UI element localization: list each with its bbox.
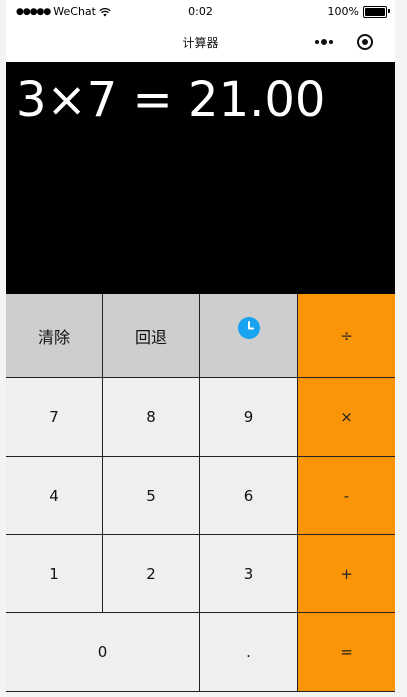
decimal-point-button[interactable]: .	[200, 613, 298, 692]
digit-5-button[interactable]: 5	[103, 457, 200, 535]
digit-2-button[interactable]: 2	[103, 535, 200, 613]
digit-1-button[interactable]: 1	[6, 535, 103, 613]
target-circle-icon[interactable]	[356, 33, 374, 51]
digit-9-button[interactable]: 9	[200, 378, 298, 457]
more-dots-icon[interactable]	[312, 34, 336, 50]
digit-0-button[interactable]: 0	[6, 613, 200, 692]
more-dot	[329, 40, 333, 44]
equals-button[interactable]: =	[298, 613, 395, 692]
divide-button[interactable]: ÷	[298, 294, 395, 378]
battery-fill	[365, 7, 385, 16]
result-display: 3×7 = 21.00	[6, 62, 395, 294]
battery-icon	[363, 5, 390, 18]
battery-percent: 100%	[327, 5, 359, 18]
minus-button[interactable]: -	[298, 457, 395, 535]
more-dot	[321, 39, 327, 45]
digit-6-button[interactable]: 6	[200, 457, 298, 535]
battery-tip	[388, 8, 390, 13]
status-bar: ●●●●● WeChat 0:02 100%	[6, 0, 395, 24]
display-expression: 3×7 = 21.00	[16, 72, 326, 128]
status-right: 100%	[327, 5, 390, 18]
clock-icon	[237, 316, 260, 339]
digit-8-button[interactable]: 8	[103, 378, 200, 457]
phone-screen: ●●●●● WeChat 0:02 100% 计算器 3×7 = 21.00 清…	[6, 0, 395, 692]
digit-4-button[interactable]: 4	[6, 457, 103, 535]
clear-button[interactable]: 清除	[6, 294, 103, 378]
page-title: 计算器	[182, 36, 219, 50]
multiply-button[interactable]: ×	[298, 378, 395, 457]
more-dot	[315, 40, 319, 44]
plus-button[interactable]: +	[298, 535, 395, 613]
keypad: 清除 回退 ÷ 7 8 9 × 4 5 6 - 1 2 3 + 0 . =	[6, 294, 395, 692]
nav-bar: 计算器	[6, 24, 395, 62]
backspace-button[interactable]: 回退	[103, 294, 200, 378]
digit-7-button[interactable]: 7	[6, 378, 103, 457]
digit-3-button[interactable]: 3	[200, 535, 298, 613]
history-button[interactable]	[200, 294, 298, 378]
